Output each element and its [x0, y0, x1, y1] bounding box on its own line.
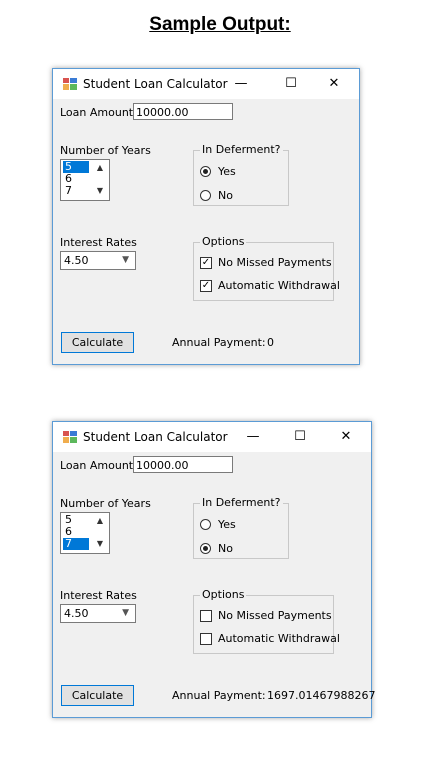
loan-amount-input[interactable]: 10000.00: [133, 103, 233, 120]
scroll-up-icon[interactable]: ▲: [97, 516, 103, 525]
loan-amount-input[interactable]: 10000.00: [133, 456, 233, 473]
no-missed-payments-checkbox[interactable]: [200, 610, 212, 622]
app-icon: [63, 431, 77, 443]
title-bar[interactable]: Student Loan Calculator — ☐ ✕: [53, 69, 359, 99]
options-group-label: Options: [200, 588, 247, 601]
years-item[interactable]: 7: [63, 185, 89, 197]
interest-rate-combobox[interactable]: 4.50 ▼: [60, 604, 136, 623]
years-item[interactable]: 7: [63, 538, 89, 550]
options-group: Options No Missed Payments Automatic Wit…: [193, 588, 340, 654]
page-heading: Sample Output:: [149, 14, 291, 35]
minimize-icon[interactable]: —: [226, 74, 256, 94]
deferment-group-label: In Deferment?: [200, 496, 283, 509]
yes-label: Yes: [218, 165, 236, 178]
annual-payment-label: Annual Payment:: [172, 336, 266, 349]
no-missed-payments-label: No Missed Payments: [218, 609, 332, 622]
interest-rate-combobox[interactable]: 4.50 ▼: [60, 251, 136, 270]
years-listbox[interactable]: 5 6 7 ▲ ▼: [60, 159, 110, 201]
minimize-icon[interactable]: —: [238, 427, 268, 447]
window-title: Student Loan Calculator: [83, 430, 228, 444]
maximize-icon[interactable]: ☐: [285, 427, 315, 447]
loan-amount-label: Loan Amount: [60, 459, 134, 472]
chevron-down-icon[interactable]: ▼: [122, 605, 129, 622]
options-group: Options ✓ No Missed Payments ✓ Automatic…: [193, 235, 340, 301]
scroll-up-icon[interactable]: ▲: [97, 163, 103, 172]
maximize-icon[interactable]: ☐: [276, 74, 306, 94]
deferment-yes-radio[interactable]: [200, 519, 211, 530]
years-label: Number of Years: [60, 497, 151, 510]
title-bar[interactable]: Student Loan Calculator — ☐ ✕: [53, 422, 371, 452]
annual-payment-value: 1697.01467988267: [267, 689, 376, 702]
interest-rate-value: 4.50: [64, 607, 89, 620]
loan-amount-label: Loan Amount: [60, 106, 134, 119]
app-icon: [63, 78, 77, 90]
automatic-withdrawal-checkbox[interactable]: [200, 633, 212, 645]
deferment-no-radio[interactable]: [200, 543, 211, 554]
no-label: No: [218, 189, 233, 202]
interest-rate-value: 4.50: [64, 254, 89, 267]
deferment-group: In Deferment? Yes No: [193, 143, 289, 206]
annual-payment-label: Annual Payment:: [172, 689, 266, 702]
scroll-down-icon[interactable]: ▼: [97, 186, 103, 195]
automatic-withdrawal-checkbox[interactable]: ✓: [200, 280, 212, 292]
scroll-down-icon[interactable]: ▼: [97, 539, 103, 548]
no-label: No: [218, 542, 233, 555]
no-missed-payments-checkbox[interactable]: ✓: [200, 257, 212, 269]
deferment-group: In Deferment? Yes No: [193, 496, 289, 559]
annual-payment-value: 0: [267, 336, 274, 349]
automatic-withdrawal-label: Automatic Withdrawal: [218, 632, 340, 645]
loan-calculator-window-2: Student Loan Calculator — ☐ ✕ Loan Amoun…: [52, 421, 376, 718]
yes-label: Yes: [218, 518, 236, 531]
years-label: Number of Years: [60, 144, 151, 157]
close-icon[interactable]: ✕: [319, 74, 349, 94]
deferment-group-label: In Deferment?: [200, 143, 283, 156]
options-group-label: Options: [200, 235, 247, 248]
interest-rates-label: Interest Rates: [60, 589, 137, 602]
loan-calculator-window-1: Student Loan Calculator — ☐ ✕ Loan Amoun…: [52, 68, 360, 365]
window-title: Student Loan Calculator: [83, 77, 228, 91]
close-icon[interactable]: ✕: [331, 427, 361, 447]
years-listbox[interactable]: 5 6 7 ▲ ▼: [60, 512, 110, 554]
calculate-button[interactable]: Calculate: [61, 332, 134, 353]
calculate-button[interactable]: Calculate: [61, 685, 134, 706]
chevron-down-icon[interactable]: ▼: [122, 252, 129, 269]
deferment-yes-radio[interactable]: [200, 166, 211, 177]
no-missed-payments-label: No Missed Payments: [218, 256, 332, 269]
deferment-no-radio[interactable]: [200, 190, 211, 201]
interest-rates-label: Interest Rates: [60, 236, 137, 249]
automatic-withdrawal-label: Automatic Withdrawal: [218, 279, 340, 292]
